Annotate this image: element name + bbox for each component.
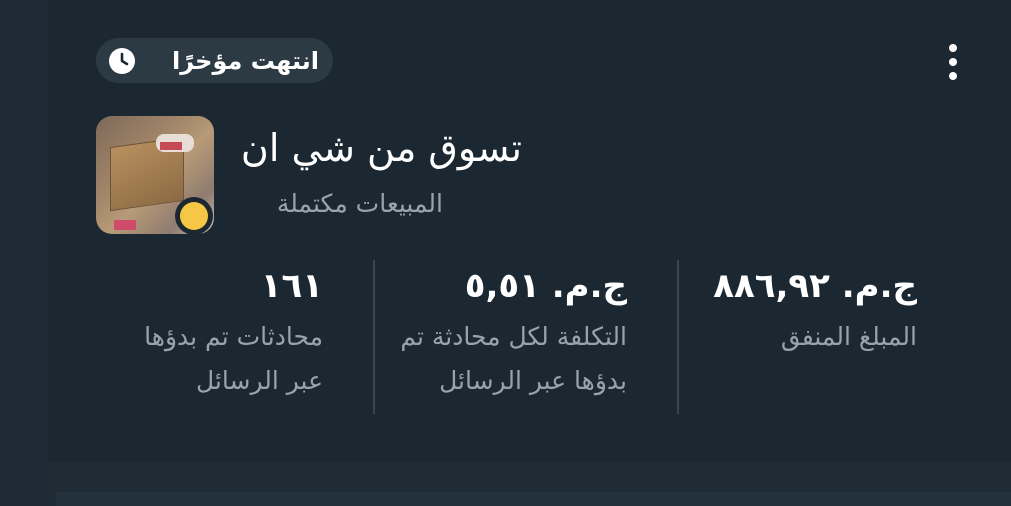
metric-cost-per-conversation: ج.م. ٥,٥١ التكلفة لكل محادثة تم بدؤها عب… — [400, 266, 627, 403]
campaign-title[interactable]: تسوق من شي ان — [241, 127, 522, 170]
metric-divider — [373, 260, 375, 414]
metric-conversations-started: ١٦١ محادثات تم بدؤها عبر الرسائل — [144, 266, 323, 403]
status-badge-label: انتهت مؤخرًا — [172, 46, 319, 75]
status-indicator — [175, 197, 213, 235]
metric-label-line: بدؤها عبر الرسائل — [439, 366, 627, 396]
metric-label-line: محادثات تم بدؤها — [144, 322, 323, 352]
thumbnail-sleeve-shape — [160, 142, 182, 150]
metric-label: المبلغ المنفق — [713, 315, 917, 359]
metric-amount-spent: ج.م. ٨٨٦,٩٢ المبلغ المنفق — [713, 266, 917, 359]
thumbnail-pink-shape — [114, 220, 136, 230]
metric-value: ج.م. ٥,٥١ — [464, 266, 627, 306]
next-card-edge — [48, 462, 1011, 506]
metric-label-line: المبلغ المنفق — [780, 322, 917, 352]
status-badge: انتهت مؤخرًا — [96, 38, 333, 83]
metric-divider — [677, 260, 679, 414]
more-options-dot — [949, 72, 957, 80]
metric-value: ج.م. ٨٨٦,٩٢ — [713, 266, 917, 306]
status-indicator-dot — [180, 202, 208, 230]
next-card — [56, 492, 1011, 506]
metric-label-line: عبر الرسائل — [195, 366, 323, 396]
clock-icon — [109, 47, 135, 74]
metric-label: محادثات تم بدؤها عبر الرسائل — [144, 315, 323, 403]
more-options-dot — [949, 58, 957, 66]
metric-value: ١٦١ — [260, 266, 323, 306]
campaign-status-text: المبيعات مكتملة — [276, 189, 443, 218]
left-edge-panel — [0, 0, 48, 506]
more-options-dot — [949, 44, 957, 52]
more-options-icon[interactable] — [940, 40, 966, 84]
metric-label: التكلفة لكل محادثة تم بدؤها عبر الرسائل — [400, 315, 627, 403]
metric-label-line: التكلفة لكل محادثة تم — [400, 322, 627, 352]
